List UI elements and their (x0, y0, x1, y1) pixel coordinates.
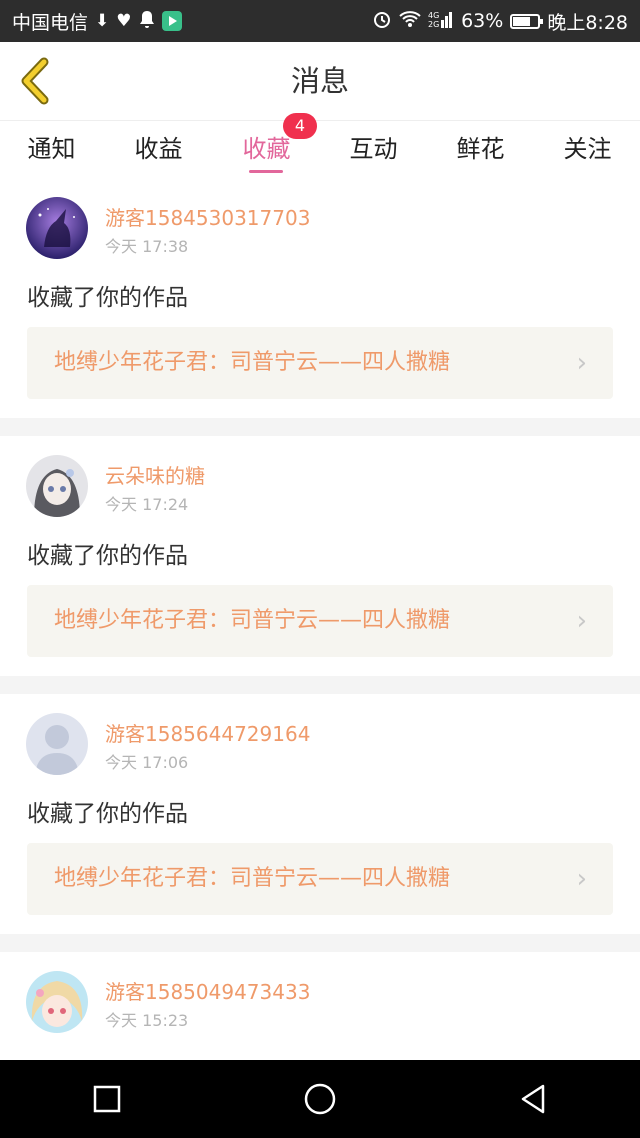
chevron-left-icon (21, 57, 49, 105)
carrier-label: 中国电信 (12, 11, 89, 34)
tab-interactions[interactable]: 互动 (320, 121, 427, 179)
circle-home-icon (304, 1083, 336, 1115)
avatar[interactable] (26, 971, 88, 1033)
message-tabs: 通知 收益 收藏 4 互动 鲜花 关注 (0, 113, 640, 179)
download-icon: ⬇ (95, 10, 110, 31)
message-card: 游客1585049473433 今天 15:23 (0, 952, 640, 1060)
work-link[interactable]: 地缚少年花子君：司普宁云——四人撒糖 › (27, 585, 613, 657)
work-title: 地缚少年花子君：司普宁云——四人撒糖 (54, 350, 451, 375)
triangle-back-icon (522, 1084, 545, 1114)
chevron-right-icon: › (576, 864, 587, 894)
work-title: 地缚少年花子君：司普宁云——四人撒糖 (54, 608, 451, 633)
page-title: 消息 (290, 64, 349, 98)
tab-earnings[interactable]: 收益 (105, 121, 212, 179)
active-tab-indicator (249, 170, 283, 173)
chevron-right-icon: › (576, 606, 587, 636)
tab-label: 收益 (134, 135, 183, 163)
clock: 晚上8:28 (547, 11, 628, 34)
unread-badge: 4 (283, 113, 317, 139)
tab-flowers[interactable]: 鲜花 (427, 121, 534, 179)
avatar[interactable] (26, 197, 88, 259)
play-store-icon (161, 11, 182, 31)
tab-notifications[interactable]: 通知 (0, 121, 105, 179)
timestamp: 今天 17:06 (105, 753, 189, 772)
message-card: 云朵味的糖 今天 17:24 收藏了你的作品 地缚少年花子君：司普宁云——四人撒… (0, 436, 640, 676)
work-title: 地缚少年花子君：司普宁云——四人撒糖 (54, 866, 451, 891)
avatar[interactable] (26, 455, 88, 517)
message-card: 游客1585644729164 今天 17:06 收藏了你的作品 地缚少年花子君… (0, 694, 640, 934)
message-card: 游客1584530317703 今天 17:38 收藏了你的作品 地缚少年花子君… (0, 178, 640, 418)
signal-4g-icon: 4G 2G (428, 10, 454, 32)
message-text: 收藏了你的作品 (27, 285, 188, 311)
username[interactable]: 云朵味的糖 (105, 460, 205, 489)
alarm-icon (372, 9, 392, 33)
tab-following[interactable]: 关注 (534, 121, 640, 179)
tab-label: 通知 (27, 135, 76, 163)
battery-percent: 63% (461, 10, 504, 32)
chevron-right-icon: › (576, 348, 587, 378)
timestamp: 今天 15:23 (105, 1011, 189, 1030)
tab-label: 收藏 (242, 135, 291, 163)
username[interactable]: 游客1585049473433 (105, 976, 310, 1005)
message-text: 收藏了你的作品 (27, 543, 188, 569)
work-link[interactable]: 地缚少年花子君：司普宁云——四人撒糖 › (27, 327, 613, 399)
timestamp: 今天 17:38 (105, 237, 189, 256)
username[interactable]: 游客1585644729164 (105, 718, 310, 747)
back-nav-button[interactable] (503, 1069, 563, 1129)
message-list[interactable]: 游客1584530317703 今天 17:38 收藏了你的作品 地缚少年花子君… (0, 178, 640, 1060)
username[interactable]: 游客1584530317703 (105, 202, 310, 231)
home-button[interactable] (290, 1069, 350, 1129)
square-recents-icon (93, 1085, 120, 1113)
tab-label: 鲜花 (456, 135, 505, 163)
svg-text:2G: 2G (428, 20, 439, 28)
status-bar: 中国电信 ⬇ ♥ 4G 2G 63% 晚上8:28 (0, 0, 640, 42)
battery-icon (510, 13, 544, 29)
back-button[interactable] (14, 56, 60, 106)
avatar[interactable] (26, 713, 88, 775)
tab-favorites[interactable]: 收藏 4 (213, 113, 320, 179)
health-icon: ♥ (116, 10, 132, 31)
timestamp: 今天 17:24 (105, 495, 189, 514)
tab-label: 互动 (349, 135, 398, 163)
work-link[interactable]: 地缚少年花子君：司普宁云——四人撒糖 › (27, 843, 613, 915)
app-header: 消息 (0, 42, 640, 120)
svg-text:4G: 4G (428, 11, 439, 20)
tab-label: 关注 (563, 135, 612, 163)
message-text: 收藏了你的作品 (27, 801, 188, 827)
recents-button[interactable] (77, 1069, 137, 1129)
wifi-icon (399, 10, 421, 32)
system-navigation-bar (0, 1060, 640, 1138)
notification-bell-icon (139, 10, 155, 32)
